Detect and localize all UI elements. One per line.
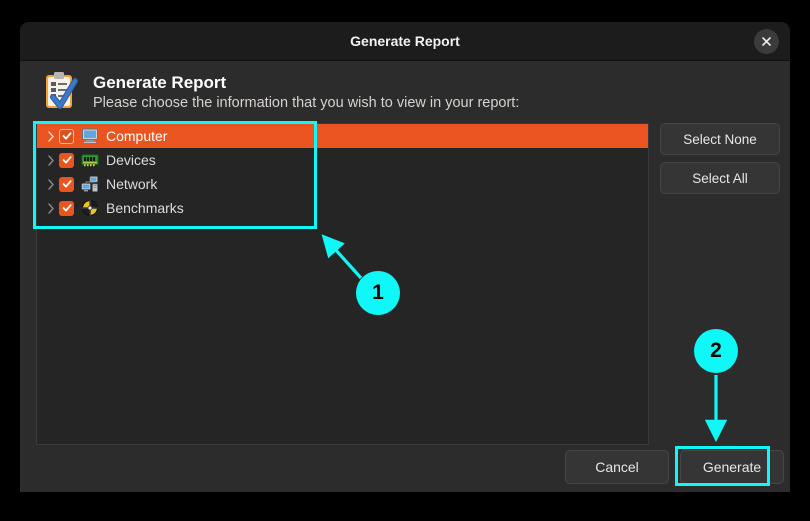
- chevron-right-icon[interactable]: [43, 176, 59, 192]
- checkbox[interactable]: [59, 176, 74, 192]
- report-section-list[interactable]: Computer Devices Network Benchmarks: [36, 123, 649, 445]
- chevron-right-icon[interactable]: [43, 152, 59, 168]
- chevron-right-icon[interactable]: [43, 200, 59, 216]
- list-item-label: Computer: [106, 128, 168, 144]
- select-all-button[interactable]: Select All: [660, 162, 780, 194]
- list-item[interactable]: Computer: [37, 124, 648, 148]
- generate-report-dialog: Generate Report Generate Report Please c…: [20, 22, 790, 492]
- header-text-group: Generate Report Please choose the inform…: [93, 72, 519, 113]
- circuit-board-icon: [81, 151, 99, 169]
- list-item-label: Devices: [106, 152, 156, 168]
- generate-button[interactable]: Generate: [680, 450, 784, 484]
- monitor-icon: [81, 127, 99, 145]
- close-icon[interactable]: [754, 29, 779, 54]
- checkbox[interactable]: [59, 200, 74, 216]
- list-item[interactable]: Benchmarks: [37, 196, 648, 220]
- checkbox[interactable]: [59, 128, 74, 144]
- list-item-label: Benchmarks: [106, 200, 184, 216]
- window-title: Generate Report: [350, 33, 460, 49]
- clipboard-check-icon: [37, 69, 83, 115]
- list-item[interactable]: Network: [37, 172, 648, 196]
- checkbox[interactable]: [59, 152, 74, 168]
- select-none-button[interactable]: Select None: [660, 123, 780, 155]
- list-item[interactable]: Devices: [37, 148, 648, 172]
- page-subtitle: Please choose the information that you w…: [93, 94, 520, 111]
- cancel-button[interactable]: Cancel: [565, 450, 669, 484]
- list-item-label: Network: [106, 176, 158, 192]
- benchmark-target-icon: [81, 199, 99, 217]
- chevron-right-icon[interactable]: [43, 128, 59, 144]
- network-computers-icon: [81, 175, 99, 193]
- dialog-header: Generate Report Please choose the inform…: [20, 61, 790, 123]
- page-title: Generate Report: [93, 72, 227, 92]
- title-bar: Generate Report: [20, 22, 790, 61]
